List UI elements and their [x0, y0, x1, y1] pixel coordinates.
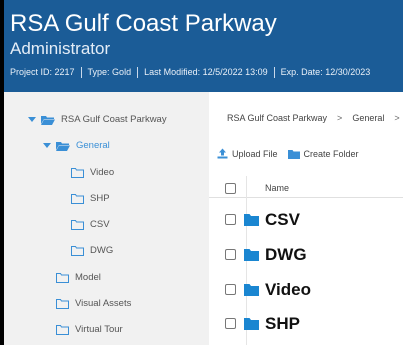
meta-divider [273, 66, 275, 78]
folder-icon [71, 193, 84, 204]
last-modified: Last Modified: 12/5/2022 13:09 [144, 67, 268, 77]
folder-icon [244, 214, 259, 226]
app-frame: RSA Gulf Coast Parkway Administrator Pro… [4, 0, 403, 345]
upload-file-button[interactable]: Upload File [217, 148, 278, 159]
chevron-down-icon[interactable] [43, 143, 51, 148]
chevron-down-icon[interactable] [28, 117, 36, 122]
tree-item-visual-assets[interactable]: Visual Assets [56, 298, 131, 309]
project-meta: Project ID: 2217 Type: Gold Last Modifie… [10, 66, 370, 78]
row-checkbox[interactable] [225, 284, 236, 295]
tree-item-label: General [76, 140, 110, 151]
expiration-date: Exp. Date: 12/30/2023 [280, 67, 371, 77]
folder-icon [287, 149, 300, 159]
meta-divider [80, 66, 82, 78]
project-header: RSA Gulf Coast Parkway Administrator Pro… [4, 0, 403, 92]
breadcrumb-root[interactable]: RSA Gulf Coast Parkway [227, 113, 327, 123]
row-checkbox[interactable] [225, 249, 236, 260]
folder-icon [244, 249, 259, 261]
tree-item-label: SHP [90, 193, 110, 204]
select-all-checkbox[interactable] [225, 183, 236, 194]
folder-tree: RSA Gulf Coast Parkway General Video SHP… [4, 92, 209, 345]
folder-icon [71, 245, 84, 256]
meta-divider [137, 66, 139, 78]
tree-item-label: Virtual Tour [75, 324, 123, 335]
tree-item-label: Video [90, 167, 115, 178]
folder-icon [56, 272, 69, 283]
folder-open-icon [41, 115, 55, 125]
folder-name[interactable]: SHP [265, 314, 300, 334]
folder-icon [56, 298, 69, 309]
folder-icon [71, 219, 84, 230]
tree-item-label: RSA Gulf Coast Parkway [61, 114, 167, 125]
tree-item-virtual-tour[interactable]: Virtual Tour [56, 324, 123, 335]
name-column-header[interactable]: Name [265, 183, 289, 193]
project-type: Type: Gold [87, 67, 132, 77]
user-role: Administrator [10, 39, 111, 58]
folder-icon [244, 318, 259, 330]
upload-icon [217, 148, 228, 159]
chevron-right-icon: > [337, 113, 343, 123]
folder-icon [71, 167, 84, 178]
chevron-right-icon: > [394, 113, 400, 123]
file-toolbar: Upload File Create Folder [217, 148, 369, 159]
folder-name[interactable]: DWG [265, 245, 307, 265]
tree-item-video[interactable]: Video [71, 167, 114, 178]
tree-item-label: Model [75, 272, 101, 283]
breadcrumb: RSA Gulf Coast Parkway > General > [227, 113, 403, 123]
breadcrumb-current[interactable]: General [352, 113, 384, 123]
table-header [209, 176, 403, 198]
file-browser: RSA Gulf Coast Parkway > General > Uploa… [209, 92, 403, 345]
row-checkbox[interactable] [225, 318, 236, 329]
table-row[interactable]: CSV [209, 202, 403, 238]
tree-item-general[interactable]: General [43, 140, 110, 151]
tree-item-model[interactable]: Model [56, 272, 101, 283]
tree-item-shp[interactable]: SHP [71, 193, 110, 204]
folder-name[interactable]: CSV [265, 210, 300, 230]
folder-name[interactable]: Video [265, 280, 311, 300]
table-row[interactable]: SHP [209, 306, 403, 342]
upload-file-label: Upload File [232, 148, 278, 159]
tree-item-root[interactable]: RSA Gulf Coast Parkway [28, 114, 167, 125]
folder-icon [56, 324, 69, 335]
folder-open-icon [56, 141, 70, 151]
tree-item-label: Visual Assets [75, 298, 132, 309]
create-folder-label: Create Folder [303, 148, 359, 159]
project-id: Project ID: 2217 [10, 67, 75, 77]
folder-icon [244, 284, 259, 296]
tree-item-csv[interactable]: CSV [71, 219, 110, 230]
table-row[interactable]: Video [209, 272, 403, 308]
project-title: RSA Gulf Coast Parkway [10, 10, 277, 37]
row-checkbox[interactable] [225, 214, 236, 225]
create-folder-button[interactable]: Create Folder [287, 148, 359, 159]
table-row[interactable]: DWG [209, 237, 403, 273]
tree-item-dwg[interactable]: DWG [71, 245, 113, 256]
tree-item-label: CSV [90, 219, 110, 230]
tree-item-label: DWG [90, 245, 114, 256]
